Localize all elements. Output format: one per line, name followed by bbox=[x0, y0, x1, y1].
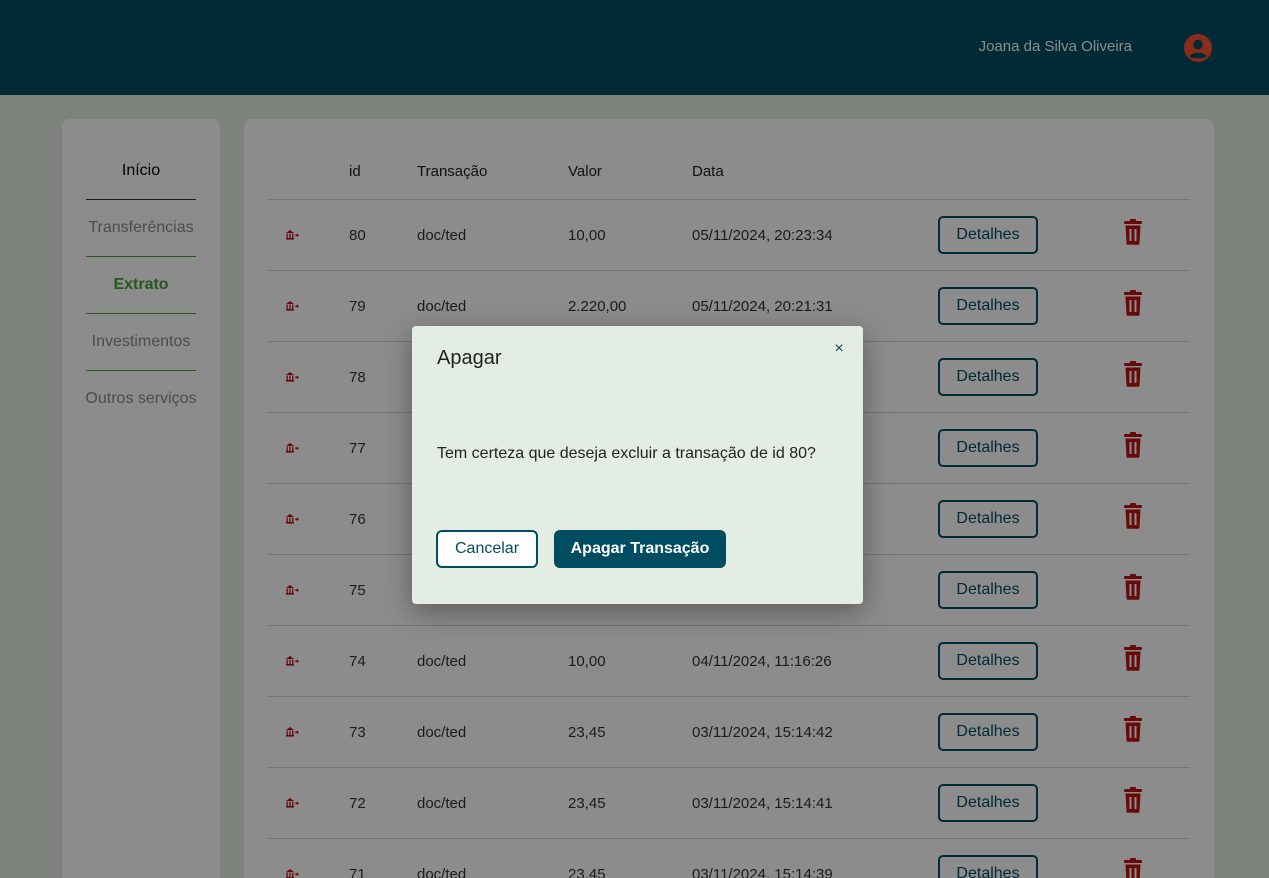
close-icon[interactable]: × bbox=[830, 340, 848, 358]
delete-dialog: Apagar × Tem certeza que deseja excluir … bbox=[412, 326, 863, 604]
confirm-delete-button[interactable]: Apagar Transação bbox=[554, 530, 726, 568]
dialog-message: Tem certeza que deseja excluir a transaç… bbox=[437, 445, 816, 462]
dialog-title: Apagar bbox=[437, 347, 502, 369]
cancel-button[interactable]: Cancelar bbox=[436, 530, 538, 568]
